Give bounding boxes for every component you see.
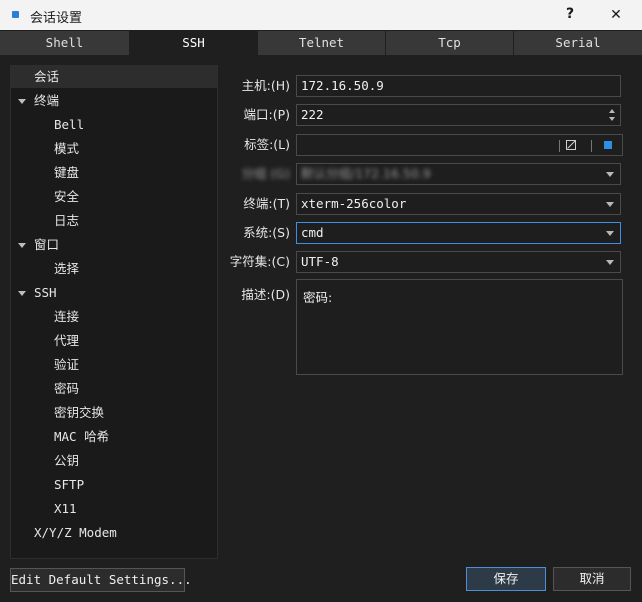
tree-item-mac[interactable]: MAC 哈希 [54,426,109,448]
tab-serial[interactable]: Serial [514,31,642,55]
edit-icon[interactable] [566,140,576,150]
terminal-label: 终端:(T) [243,196,290,211]
port-stepper[interactable]: 222 [296,104,621,126]
system-label: 系统:(S) [243,225,290,240]
tab-telnet[interactable]: Telnet [258,31,386,55]
tree-item-bell[interactable]: Bell [54,114,84,136]
tree-item-auth[interactable]: 验证 [54,354,79,376]
host-label: 主机:(H) [241,78,290,93]
tab-shell[interactable]: Shell [0,31,130,55]
separator [591,140,592,152]
tree-item-key-exchange[interactable]: 密钥交换 [54,402,104,424]
tree-item-cipher[interactable]: 密码 [54,378,79,400]
save-button[interactable]: 保存 [466,567,546,591]
system-select[interactable]: cmd [296,222,621,244]
help-button[interactable]: ? [566,6,574,22]
expand-arrow-icon[interactable] [18,291,26,296]
group-label: 分组 (G) [241,166,290,181]
tree-item-x11[interactable]: X11 [54,498,77,520]
spin-up-icon[interactable] [609,109,615,113]
tree-item-sftp[interactable]: SFTP [54,474,84,496]
title-bar: 会话设置 ? ✕ [0,0,642,30]
tag-input[interactable] [296,134,623,156]
group-select[interactable]: 默认分组/172.16.50.9 [296,163,621,185]
close-button[interactable]: ✕ [606,5,626,25]
tag-label: 标签:(L) [244,137,290,152]
edit-default-settings-button[interactable]: Edit Default Settings... [10,568,192,592]
color-picker-icon[interactable] [604,141,612,149]
chevron-down-icon[interactable] [606,202,614,207]
app-icon [12,11,19,18]
settings-tree: 会话 终端 Bell 模式 键盘 安全 日志 窗口 选择 SSH 连接 代理 验… [10,65,218,559]
host-input[interactable]: 172.16.50.9 [296,75,621,97]
expand-arrow-icon[interactable] [18,99,26,104]
tree-item-keyboard[interactable]: 键盘 [54,162,79,184]
tree-item-connection[interactable]: 连接 [54,306,79,328]
terminal-select[interactable]: xterm-256color [296,193,621,215]
cancel-button[interactable]: 取消 [553,567,631,591]
tree-item-session[interactable]: 会话 [11,66,217,88]
chevron-down-icon[interactable] [606,231,614,236]
window-title: 会话设置 [30,11,83,26]
separator [559,140,560,152]
chevron-down-icon[interactable] [606,172,614,177]
tree-item-terminal[interactable]: 终端 [34,90,59,112]
protocol-tabs: Shell SSH Telnet Tcp Serial [0,31,642,55]
tree-item-public-key[interactable]: 公钥 [54,450,79,472]
tree-item-xyz-modem[interactable]: X/Y/Z Modem [34,522,117,544]
tab-tcp[interactable]: Tcp [386,31,514,55]
port-label: 端口:(P) [243,107,290,122]
charset-label: 字符集:(C) [229,254,290,269]
description-label: 描述:(D) [241,287,290,302]
expand-arrow-icon[interactable] [18,243,26,248]
tab-ssh[interactable]: SSH [130,31,258,55]
tree-item-window[interactable]: 窗口 [34,234,59,256]
chevron-down-icon[interactable] [606,260,614,265]
tree-item-proxy[interactable]: 代理 [54,330,79,352]
tree-item-selection[interactable]: 选择 [54,258,79,280]
charset-select[interactable]: UTF-8 [296,251,621,273]
description-textarea[interactable]: 密码: [296,279,623,375]
spin-down-icon[interactable] [609,117,615,121]
tree-item-security[interactable]: 安全 [54,186,79,208]
tree-item-log[interactable]: 日志 [54,210,79,232]
tree-item-mode[interactable]: 模式 [54,138,79,160]
tree-item-ssh[interactable]: SSH [34,282,57,304]
